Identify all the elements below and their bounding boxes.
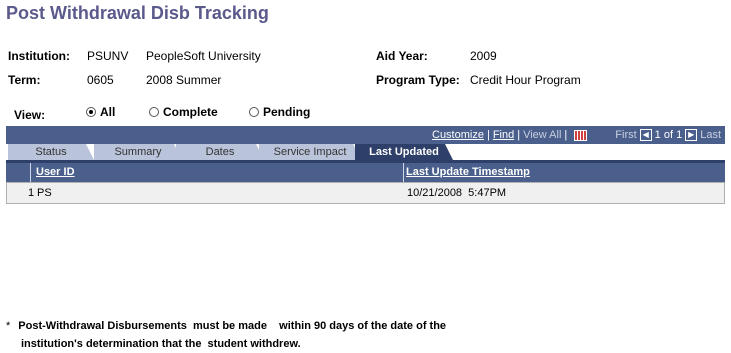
nav-separator: | <box>486 129 490 141</box>
page-title: Post Withdrawal Disb Tracking <box>6 3 269 23</box>
tab-strip: Status Summary Dates Service Impact Last… <box>6 144 725 160</box>
view-label: View: <box>14 108 46 122</box>
next-arrow-icon[interactable]: ▶ <box>685 129 698 141</box>
footnote-star: * <box>6 320 11 332</box>
radio-unselected-icon <box>249 107 259 117</box>
institution-name: PeopleSoft University <box>146 49 261 63</box>
tab-status[interactable]: Status <box>8 144 94 160</box>
nav-separator: | <box>564 129 568 141</box>
tab-last-updated[interactable]: Last Updated <box>355 144 453 160</box>
aid-year-label: Aid Year: <box>376 49 428 63</box>
nav-separator: | <box>517 129 521 141</box>
footnote-line-2: institution's determination that the stu… <box>21 338 301 350</box>
prev-arrow-icon[interactable]: ◀ <box>639 129 652 141</box>
row-range: 1 of 1 <box>654 129 683 141</box>
table-row: 1 PS 10/21/2008 5:47PM <box>6 182 725 204</box>
view-all-label: All <box>100 105 116 119</box>
column-header-user-id[interactable]: User ID <box>36 166 75 178</box>
user-id-cell: PS <box>37 187 52 199</box>
tab-service-impact[interactable]: Service Impact <box>259 144 361 160</box>
first-link[interactable]: First <box>615 129 636 141</box>
footnote: * Post-Withdrawal Disbursements must be m… <box>6 317 446 353</box>
grid-nav-bar: Customize | Find | View All | First ◀ 1 … <box>6 126 725 144</box>
row-number: 1 <box>28 187 35 199</box>
customize-link[interactable]: Customize <box>432 129 484 141</box>
view-complete-radio[interactable]: Complete <box>149 105 218 119</box>
find-link[interactable]: Find <box>493 129 514 141</box>
tab-dates[interactable]: Dates <box>176 144 264 160</box>
term-name: 2008 Summer <box>146 73 222 87</box>
program-type-value: Credit Hour Program <box>470 73 581 87</box>
institution-code: PSUNV <box>87 49 129 63</box>
view-pending-radio[interactable]: Pending <box>249 105 310 119</box>
term-label: Term: <box>8 73 41 87</box>
view-all-link[interactable]: View All <box>523 129 561 141</box>
aid-year-value: 2009 <box>470 49 497 63</box>
grid-header: User ID Last Update Timestamp <box>6 160 725 182</box>
download-grid-icon[interactable] <box>574 129 588 141</box>
view-all-radio[interactable]: All <box>86 105 115 119</box>
view-complete-label: Complete <box>163 105 218 119</box>
view-pending-label: Pending <box>263 105 311 119</box>
last-link[interactable]: Last <box>700 129 721 141</box>
column-divider <box>30 163 31 182</box>
timestamp-cell: 10/21/2008 5:47PM <box>407 187 507 199</box>
column-divider <box>403 163 404 182</box>
institution-label: Institution: <box>8 49 70 63</box>
footnote-line-1: Post-Withdrawal Disbursements must be ma… <box>18 320 447 332</box>
column-header-last-update[interactable]: Last Update Timestamp <box>406 166 530 178</box>
term-code: 0605 <box>87 73 114 87</box>
radio-unselected-icon <box>149 107 159 117</box>
radio-selected-icon <box>86 107 96 117</box>
program-type-label: Program Type: <box>376 73 460 87</box>
tab-summary[interactable]: Summary <box>94 144 182 160</box>
grid-nav-links: Customize | Find | View All | First ◀ 1 … <box>432 129 721 141</box>
